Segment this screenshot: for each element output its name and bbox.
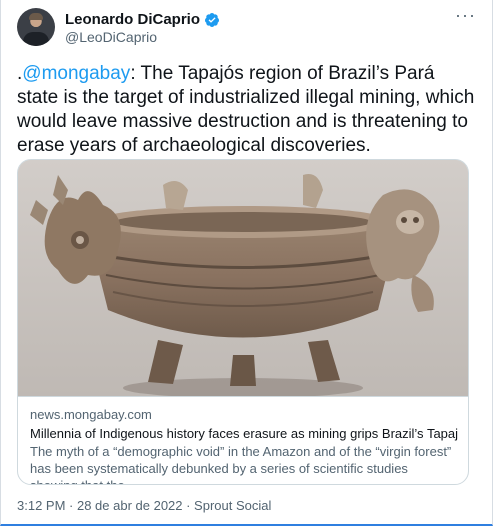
author-name[interactable]: Leonardo DiCaprio: [65, 11, 200, 28]
more-options-icon[interactable]: ···: [455, 6, 475, 26]
tweet-text: .@mongabay: The Tapajós region of Brazil…: [17, 62, 477, 158]
card-domain: news.mongabay.com: [30, 407, 152, 422]
card-image[interactable]: [18, 160, 468, 396]
author-handle[interactable]: @LeoDiCaprio: [65, 29, 157, 45]
tweet-container: Leonardo DiCaprio @LeoDiCaprio ··· .@mon…: [0, 0, 493, 526]
card-title[interactable]: Millennia of Indigenous history faces er…: [30, 425, 458, 442]
verified-badge-icon: [204, 12, 220, 28]
card-description: The myth of a “demographic void” in the …: [30, 444, 452, 484]
tweet-header: Leonardo DiCaprio @LeoDiCaprio ···: [17, 6, 477, 48]
link-card[interactable]: news.mongabay.com Millennia of Indigenou…: [17, 159, 469, 485]
avatar[interactable]: [17, 8, 55, 46]
tweet-timestamp[interactable]: 3:12 PM · 28 de abr de 2022 · Sprout Soc…: [17, 498, 271, 513]
mention-link[interactable]: @mongabay: [22, 63, 130, 84]
card-body[interactable]: news.mongabay.com Millennia of Indigenou…: [18, 396, 468, 484]
author-name-row[interactable]: Leonardo DiCaprio: [65, 11, 220, 28]
